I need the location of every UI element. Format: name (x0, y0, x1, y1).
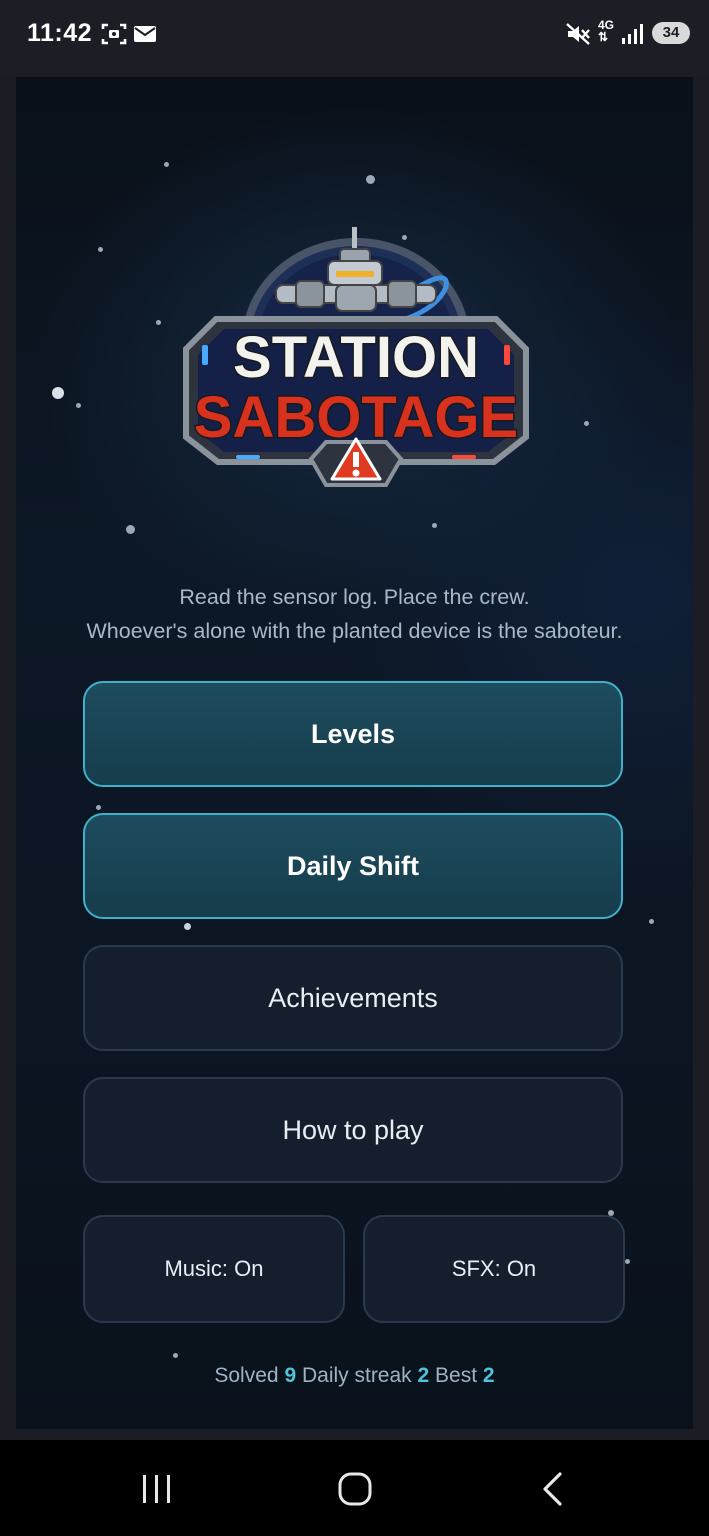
solved-label: Solved (214, 1364, 279, 1387)
game-logo: STATION SABOTAGE (183, 227, 529, 487)
best-label: Best (435, 1364, 478, 1387)
star (584, 421, 589, 426)
status-time: 11:42 (27, 19, 93, 47)
star (173, 1353, 178, 1358)
tagline-line-2: Whoever's alone with the planted device … (86, 619, 623, 643)
back-icon[interactable] (540, 1472, 566, 1506)
star (164, 162, 169, 167)
star (52, 387, 64, 399)
streak-label: Daily streak (301, 1364, 412, 1387)
star (96, 805, 101, 810)
recents-icon[interactable] (141, 1474, 173, 1504)
tagline: Read the sensor log. Place the crew. Who… (16, 580, 693, 648)
4g-icon: 4G ⇅ (598, 19, 614, 43)
navigation-bar (0, 1440, 709, 1536)
screenshot-icon (101, 23, 127, 45)
star (649, 919, 654, 924)
tagline-line-1: Read the sensor log. Place the crew. (179, 585, 530, 609)
status-bar: 11:42 4G ⇅ 34 (0, 0, 709, 76)
daily-shift-button[interactable]: Daily Shift (83, 813, 623, 919)
achievements-button[interactable]: Achievements (83, 945, 623, 1051)
star (126, 525, 135, 534)
stats-line: Solved 9 Daily streak 2 Best 2 (16, 1364, 693, 1388)
warning-icon (308, 437, 404, 487)
star (432, 523, 437, 528)
mail-icon (134, 26, 156, 42)
star (156, 320, 161, 325)
star (625, 1259, 630, 1264)
star (98, 247, 103, 252)
best-value: 2 (482, 1364, 495, 1387)
star (184, 923, 191, 930)
solved-value: 9 (284, 1364, 297, 1387)
sfx-toggle-button[interactable]: SFX: On (363, 1215, 625, 1323)
signal-icon (622, 24, 643, 44)
levels-button[interactable]: Levels (83, 681, 623, 787)
home-icon[interactable] (337, 1471, 373, 1507)
music-toggle-button[interactable]: Music: On (83, 1215, 345, 1323)
star (76, 403, 81, 408)
star (366, 175, 375, 184)
game-screen: STATION SABOTAGE Read the sensor log. Pl… (16, 77, 693, 1429)
logo-line-1: STATION (233, 325, 479, 390)
how-to-play-button[interactable]: How to play (83, 1077, 623, 1183)
battery-indicator: 34 (652, 22, 690, 44)
streak-value: 2 (417, 1364, 430, 1387)
data-arrows: ⇅ (598, 30, 609, 44)
mute-icon (566, 23, 590, 45)
